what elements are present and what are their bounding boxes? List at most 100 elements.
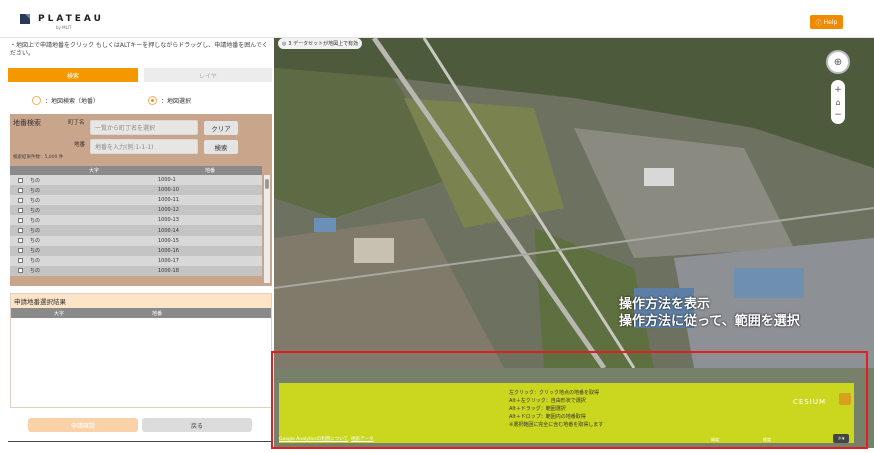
table-scrollbar[interactable] bbox=[264, 175, 270, 283]
row-checkbox[interactable] bbox=[17, 177, 23, 183]
top-bar: PLATEAU by MLIT ⓘ Help bbox=[0, 0, 874, 38]
logo-text: PLATEAU bbox=[38, 14, 104, 24]
col-lot: 地番 bbox=[204, 168, 215, 174]
back-button[interactable]: 戻る bbox=[142, 418, 252, 432]
col-oaza: 大字 bbox=[88, 168, 99, 174]
lightbulb-icon: ☼▾ bbox=[837, 435, 845, 442]
cell-lot: 1000-14 bbox=[158, 227, 179, 234]
lot-table: 大字 地番 ちの 1000-1 ちの 1000-10 ちの 1000-11 ちの 1000-1… bbox=[10, 166, 262, 282]
search-button[interactable]: 検索 bbox=[204, 140, 238, 154]
annotation-text: 操作方法を表示 操作方法に従って、範囲を選択 bbox=[619, 296, 800, 330]
result-col-oaza: 大字 bbox=[53, 310, 64, 317]
radio-map-select-label: ：地図選択 bbox=[161, 98, 192, 105]
lot-input[interactable]: 地番を入力(例:1-1-1) bbox=[90, 139, 198, 154]
cell-lot: 1000-1 bbox=[158, 177, 176, 184]
row-checkbox[interactable] bbox=[17, 228, 23, 234]
row-checkbox-cell bbox=[10, 238, 30, 244]
row-checkbox[interactable] bbox=[17, 268, 23, 274]
row-checkbox[interactable] bbox=[17, 207, 23, 213]
cell-oaza: ちの bbox=[30, 238, 41, 245]
cell-lot: 1000-16 bbox=[158, 247, 179, 254]
terrain-link[interactable]: 地形データ bbox=[351, 437, 374, 442]
operation-help-overlay: 左クリック：クリック地点の地番を取得 Alt＋左クリック：自由形状で選択 Alt… bbox=[279, 383, 854, 443]
table-row[interactable]: ちの 1000-15 bbox=[10, 235, 262, 246]
row-checkbox[interactable] bbox=[17, 248, 23, 254]
row-checkbox[interactable] bbox=[17, 258, 23, 264]
dataset-badge-label: 3 データセットが地図上で有効 bbox=[288, 41, 359, 47]
row-checkbox-cell bbox=[10, 177, 30, 183]
chat-icon[interactable] bbox=[839, 393, 851, 405]
zoom-out-icon[interactable]: − bbox=[834, 110, 842, 120]
town-select[interactable]: 一覧から町丁名を選択 bbox=[90, 120, 198, 135]
radio-map-search[interactable]: ：地図検索（地番） bbox=[32, 96, 99, 105]
table-row[interactable]: ちの 1000-17 bbox=[10, 255, 262, 266]
row-checkbox-cell bbox=[10, 268, 30, 274]
row-checkbox-cell bbox=[10, 248, 30, 254]
left-panel: ・地図上で申請地番をクリック もしくはALTキーを押しながらドラッグし、申請地番… bbox=[8, 40, 272, 445]
row-checkbox[interactable] bbox=[17, 197, 23, 203]
cell-oaza: ちの bbox=[30, 207, 41, 214]
scrollbar-thumb[interactable] bbox=[265, 179, 269, 189]
cell-oaza: ちの bbox=[30, 197, 41, 204]
tab-search[interactable]: 検索 bbox=[8, 68, 138, 82]
cell-lot: 1000-10 bbox=[158, 187, 179, 194]
compass-icon: ⊕ bbox=[833, 56, 843, 68]
help-line: ※選択範囲に完全に含む地番を取得します bbox=[509, 422, 604, 428]
lot-table-body: ちの 1000-1 ちの 1000-10 ちの 1000-11 ちの 1000-12 ちの 100… bbox=[10, 175, 262, 276]
cesium-logo: CESIUM bbox=[793, 398, 826, 406]
table-row[interactable]: ちの 1000-16 bbox=[10, 245, 262, 256]
cell-lot: 1000-12 bbox=[158, 207, 179, 214]
table-row[interactable]: ちの 1000-1 bbox=[10, 175, 262, 186]
radio-map-select[interactable]: ：地図選択 bbox=[148, 96, 191, 105]
analytics-link[interactable]: Google Analyticsの利用について bbox=[279, 437, 348, 442]
lot-table-header: 大字 地番 bbox=[10, 166, 262, 175]
help-line: 左クリック：クリック地点の地番を取得 bbox=[509, 390, 600, 396]
result-table-header: 大字 地番 bbox=[11, 308, 271, 318]
row-checkbox[interactable] bbox=[17, 187, 23, 193]
cell-lot: 1000-13 bbox=[158, 217, 179, 224]
help-lines: 左クリック：クリック地点の地番を取得 Alt＋左クリック：自由形状で選択 Alt… bbox=[509, 389, 603, 429]
help-line: Alt＋ドラッグ：範囲選択 bbox=[509, 406, 566, 412]
radio-circle-selected[interactable] bbox=[148, 96, 157, 105]
layers-icon: ◎ bbox=[282, 40, 287, 47]
lighting-button[interactable]: ☼▾ bbox=[833, 434, 849, 443]
result-col-lot: 地番 bbox=[151, 310, 162, 317]
help-button-label: Help bbox=[823, 18, 838, 26]
zoom-in-icon[interactable]: + bbox=[834, 85, 842, 95]
clear-button[interactable]: クリア bbox=[204, 121, 238, 135]
dataset-badge[interactable]: ◎ 3 データセットが地図上で有効 bbox=[278, 38, 363, 49]
cell-oaza: ちの bbox=[30, 187, 41, 194]
longitude-readout: 経度 bbox=[763, 437, 771, 442]
annotation-line-2: 操作方法に従って、範囲を選択 bbox=[619, 314, 800, 329]
home-icon[interactable]: ⌂ bbox=[835, 98, 840, 107]
row-checkbox-cell bbox=[10, 187, 30, 193]
table-row[interactable]: ちの 1000-11 bbox=[10, 195, 262, 206]
plateau-logo: PLATEAU bbox=[18, 12, 104, 26]
row-checkbox[interactable] bbox=[17, 238, 23, 244]
compass-control[interactable]: ⊕ bbox=[826, 50, 850, 74]
logo-subtitle: by MLIT bbox=[56, 25, 72, 30]
table-row[interactable]: ちの 1000-14 bbox=[10, 225, 262, 236]
radio-circle[interactable] bbox=[32, 96, 41, 105]
table-row[interactable]: ちの 1000-18 bbox=[10, 265, 262, 276]
result-count: 検索結果件数：5,000 件 bbox=[13, 155, 64, 160]
confirm-button[interactable]: 申請確認 bbox=[28, 418, 138, 432]
lot-search-title: 地番検索 bbox=[13, 119, 41, 127]
cell-oaza: ちの bbox=[30, 177, 41, 184]
table-row[interactable]: ちの 1000-13 bbox=[10, 215, 262, 226]
cell-oaza: ちの bbox=[30, 248, 41, 255]
cell-oaza: ちの bbox=[30, 228, 41, 235]
table-row[interactable]: ちの 1000-10 bbox=[10, 185, 262, 196]
tab-layer[interactable]: レイヤ bbox=[144, 68, 272, 82]
row-checkbox-cell bbox=[10, 197, 30, 203]
divider bbox=[8, 441, 272, 442]
table-row[interactable]: ちの 1000-12 bbox=[10, 205, 262, 216]
row-checkbox[interactable] bbox=[17, 217, 23, 223]
highlight-box: 左クリック：クリック地点の地番を取得 Alt＋左クリック：自由形状で選択 Alt… bbox=[271, 351, 868, 449]
cell-lot: 1000-11 bbox=[158, 197, 179, 204]
help-button[interactable]: ⓘ Help bbox=[810, 15, 843, 29]
zoom-controls: + ⌂ − bbox=[831, 80, 845, 124]
annotation-line-1: 操作方法を表示 bbox=[619, 297, 711, 312]
result-panel: 申請地番選択結果 大字 地番 bbox=[10, 293, 272, 408]
question-icon: ⓘ bbox=[815, 19, 822, 27]
